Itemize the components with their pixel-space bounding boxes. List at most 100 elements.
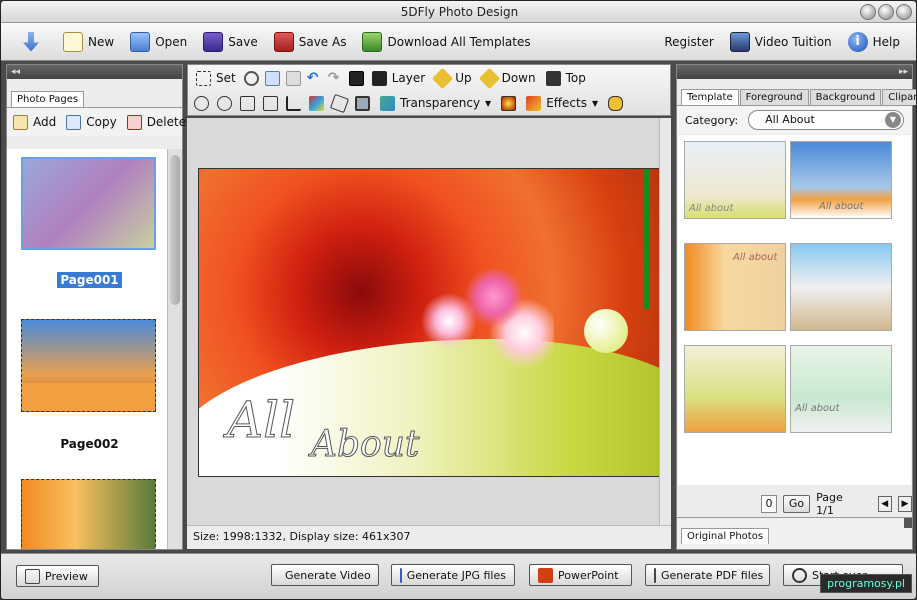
- eye-icon[interactable]: [608, 95, 624, 111]
- help-button[interactable]: i Help: [840, 27, 916, 57]
- zoom-icon[interactable]: [243, 70, 259, 86]
- preview-button[interactable]: Preview: [16, 565, 99, 587]
- save-icon[interactable]: [348, 70, 364, 86]
- page-number-input[interactable]: 0: [761, 495, 777, 513]
- resize-grip[interactable]: [904, 518, 912, 528]
- generate-video-label: Generate Video: [285, 568, 371, 582]
- new-button[interactable]: New: [55, 27, 122, 57]
- add-page-button[interactable]: Add: [11, 113, 58, 131]
- template-thumbnail-2[interactable]: All about: [790, 141, 892, 219]
- template-tabs: Template Foreground Background Clipart: [677, 89, 916, 105]
- window-controls: [860, 4, 912, 20]
- original-photos-header: Original Photos: [677, 517, 912, 549]
- save-icon: [400, 567, 402, 583]
- canvas-vertical-scroll[interactable]: [659, 118, 671, 525]
- generate-jpg-button[interactable]: Generate JPG files: [391, 564, 515, 586]
- delete-page-button[interactable]: Delete: [125, 113, 188, 131]
- chevron-down-icon: ▼: [885, 112, 901, 128]
- paste-icon[interactable]: [285, 70, 301, 86]
- register-button[interactable]: Register: [656, 27, 721, 57]
- download-templates-label: Download All Templates: [387, 34, 531, 49]
- powerpoint-label: PowerPoint: [558, 568, 619, 582]
- tab-original-photos[interactable]: Original Photos: [681, 528, 770, 544]
- download-arrow-button[interactable]: [1, 27, 49, 57]
- redo-icon[interactable]: ↷: [328, 70, 343, 86]
- basket-icon: [362, 31, 383, 52]
- maximize-button[interactable]: [878, 4, 894, 20]
- template-thumbnail-5[interactable]: [684, 345, 786, 433]
- rotate-left-icon[interactable]: [194, 95, 209, 111]
- flip-horizontal-icon[interactable]: [240, 95, 255, 111]
- open-button[interactable]: Open: [122, 27, 195, 57]
- go-button[interactable]: Go: [782, 495, 811, 513]
- brightness-icon[interactable]: [501, 95, 517, 111]
- tab-foreground[interactable]: Foreground: [739, 89, 809, 105]
- template-thumbnail-3[interactable]: All about: [684, 243, 786, 331]
- copy-page-button[interactable]: Copy: [64, 113, 118, 131]
- save-as-button[interactable]: Save As: [266, 27, 355, 57]
- tab-template[interactable]: Template: [681, 89, 739, 105]
- close-button[interactable]: [896, 4, 912, 20]
- floppy-disk-icon: [203, 31, 224, 52]
- copy-icon[interactable]: [264, 70, 280, 86]
- page-thumbnail-1[interactable]: [21, 157, 156, 250]
- up-label: Up: [455, 71, 472, 85]
- paint-bucket-icon[interactable]: [329, 93, 350, 113]
- minimize-button[interactable]: [860, 4, 876, 20]
- canvas-title-line2: About: [310, 424, 420, 466]
- category-select[interactable]: All About ▼: [748, 110, 904, 130]
- next-page-button[interactable]: ▶: [897, 496, 912, 512]
- flip-vertical-icon[interactable]: [263, 95, 278, 111]
- tab-background[interactable]: Background: [809, 89, 882, 105]
- tab-clipart[interactable]: Clipart: [882, 89, 916, 105]
- template-thumbnail-6[interactable]: All about: [790, 345, 892, 433]
- generate-video-button[interactable]: Generate Video: [271, 564, 379, 586]
- template-grid: All about All about All about All about: [678, 135, 911, 485]
- scrollbar-thumb[interactable]: [170, 155, 180, 305]
- tab-photo-pages[interactable]: Photo Pages: [11, 91, 85, 107]
- download-templates-button[interactable]: Download All Templates: [354, 27, 538, 57]
- help-icon: i: [847, 31, 868, 52]
- rotate-right-icon[interactable]: [217, 95, 232, 111]
- new-document-icon: [63, 31, 83, 52]
- page-thumbnail-3[interactable]: [21, 479, 156, 549]
- edit-toolbar-row-2: Transparency ▼ Effects ▼: [188, 91, 670, 115]
- transparency-dropdown[interactable]: Transparency ▼: [378, 88, 493, 118]
- register-label: Register: [664, 34, 714, 49]
- color-icon[interactable]: [309, 95, 324, 111]
- video-tuition-button[interactable]: Video Tuition: [722, 27, 840, 57]
- down-label: Down: [501, 71, 536, 85]
- pdf-icon: [654, 567, 656, 583]
- prev-page-button[interactable]: ◀: [877, 496, 892, 512]
- chevron-left-icon: ◀: [881, 499, 889, 509]
- undo-icon[interactable]: ↶: [307, 70, 322, 86]
- set-button[interactable]: Set: [194, 63, 238, 93]
- page-label-2[interactable]: Page002: [7, 437, 167, 451]
- photo-canvas[interactable]: All About: [198, 168, 661, 477]
- dropdown-arrow-icon: ▼: [485, 98, 492, 108]
- template-thumbnail-1[interactable]: All about: [684, 141, 786, 219]
- transparency-label: Transparency: [400, 96, 481, 110]
- frame-icon[interactable]: [355, 95, 370, 111]
- crop-icon[interactable]: [286, 95, 301, 111]
- template-thumbnail-4[interactable]: [790, 243, 892, 331]
- powerpoint-button[interactable]: PowerPoint: [529, 564, 632, 586]
- thumbnail-text: All about: [733, 252, 778, 263]
- effects-dropdown[interactable]: Effects ▼: [524, 88, 600, 118]
- save-as-label: Save As: [298, 34, 347, 49]
- thumbnail-text: All about: [689, 203, 734, 214]
- up-icon: [432, 67, 454, 89]
- set-label: Set: [216, 71, 236, 85]
- page-thumbnail-2[interactable]: [21, 319, 156, 412]
- save-as-icon: [273, 31, 294, 52]
- save-button[interactable]: Save: [195, 27, 265, 57]
- copy-icon: [66, 114, 82, 130]
- thumbnail-text: All about: [819, 201, 864, 212]
- page-label-1[interactable]: Page001: [7, 272, 167, 288]
- transparency-icon: [380, 95, 395, 111]
- pages-scrollbar[interactable]: [167, 149, 182, 549]
- generate-pdf-button[interactable]: Generate PDF files: [645, 564, 770, 586]
- canvas-green-strip: [644, 169, 650, 309]
- add-icon: [13, 114, 28, 130]
- delete-label: Delete: [146, 115, 187, 129]
